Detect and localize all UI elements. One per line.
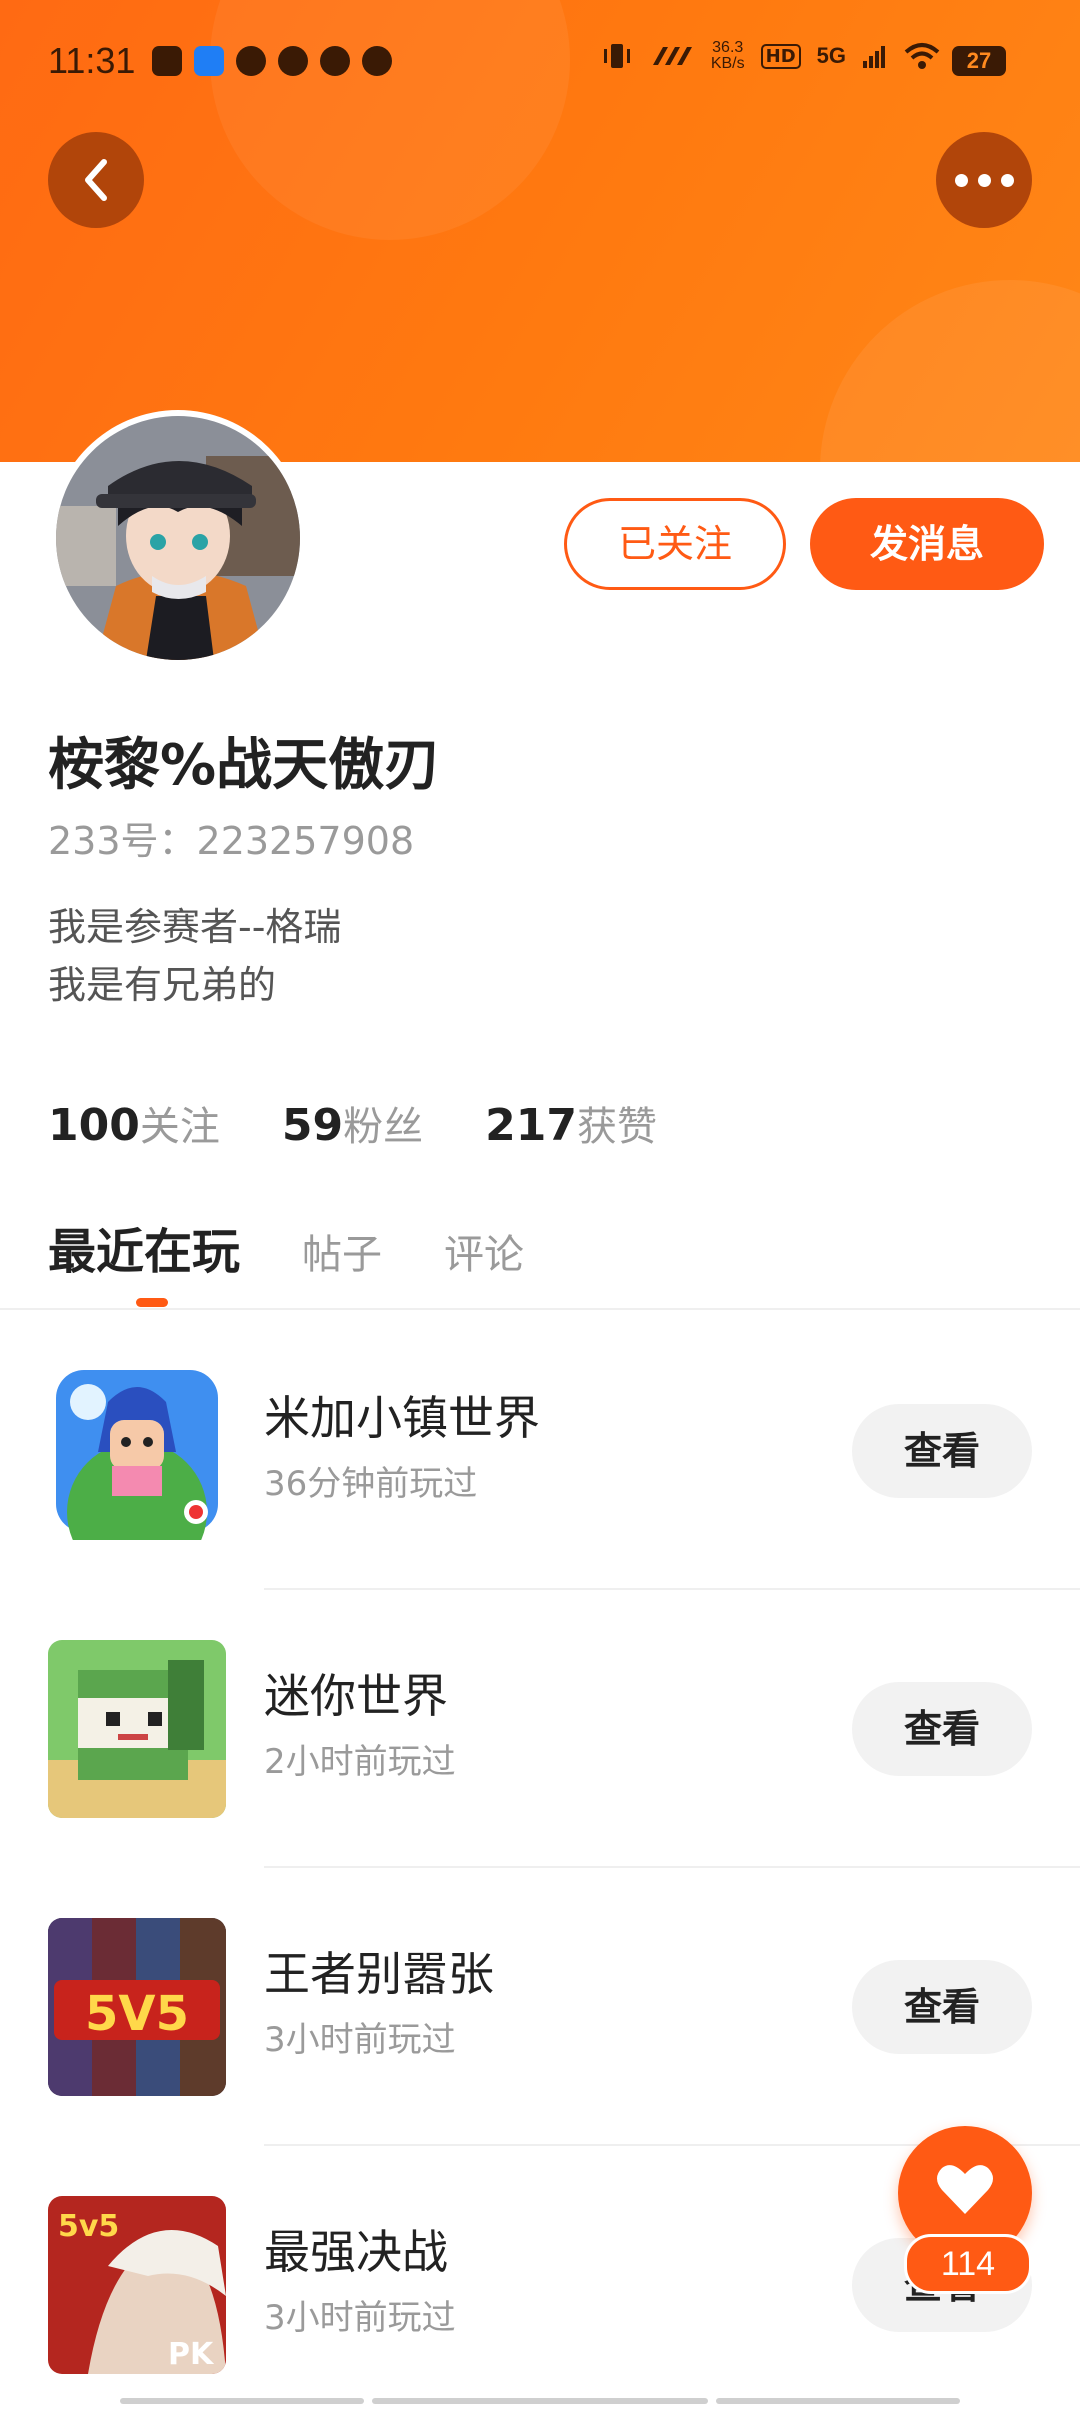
battery-indicator: 27	[952, 46, 1006, 76]
stat-label: 关注	[139, 1104, 220, 1150]
game-last-played: 36分钟前玩过	[264, 1464, 478, 1504]
list-item[interactable]: 米加小镇世界 36分钟前玩过 查看	[0, 1312, 1080, 1590]
network-speed: 36.3 KB/s	[710, 39, 745, 72]
status-bar: 11:31 36.3 KB/s HD 5G 27	[0, 0, 1080, 128]
game-last-played: 3小时前玩过	[264, 2020, 456, 2060]
view-game-button[interactable]: 查看	[852, 1404, 1032, 1498]
followed-button[interactable]: 已关注	[564, 498, 786, 590]
stat-value: 217	[485, 1100, 577, 1151]
game-name: 米加小镇世界	[264, 1391, 540, 1445]
profile-bio: 我是参赛者--格瑞 我是有兄弟的	[48, 898, 341, 1014]
more-icon-dot	[1000, 173, 1014, 187]
stat-value: 100	[48, 1100, 140, 1151]
svg-text:PK: PK	[168, 2337, 215, 2372]
heart-icon	[937, 2165, 993, 2214]
profile-id[interactable]: 233号：223257908	[48, 810, 414, 865]
game-name: 最强决战	[264, 2225, 448, 2279]
signal-5g: 5G	[816, 43, 846, 68]
app-notification-icon	[194, 46, 224, 76]
app-notification-icon	[320, 46, 350, 76]
carrier-logo-icon	[652, 47, 692, 65]
stat-likes[interactable]: 217获赞	[485, 1094, 657, 1152]
profile-name: 桉黎%战天傲刃	[48, 733, 441, 798]
tab-active-indicator	[136, 1298, 168, 1307]
profile-tabs: 最近在玩 帖子 评论	[48, 1212, 586, 1282]
stat-followers[interactable]: 59粉丝	[282, 1094, 423, 1152]
view-game-button[interactable]: 查看	[852, 1682, 1032, 1776]
stat-label: 获赞	[576, 1104, 657, 1150]
stat-following[interactable]: 100关注	[48, 1094, 220, 1152]
tab-comments[interactable]: 评论	[444, 1222, 524, 1280]
chevron-left-icon	[85, 159, 107, 201]
game-name: 王者别嚣张	[264, 1947, 494, 2001]
more-icon-dot	[977, 173, 991, 187]
profile-stats: 100关注 59粉丝 217获赞	[48, 1094, 657, 1152]
bio-line: 我是有兄弟的	[48, 963, 277, 1007]
game-icon: 5v5 PK	[48, 2196, 226, 2374]
svg-text:5v5: 5v5	[58, 2209, 119, 2244]
back-button[interactable]	[48, 132, 144, 228]
more-options-button[interactable]	[936, 132, 1032, 228]
divider	[0, 1308, 1080, 1310]
app-notification-icon	[278, 46, 308, 76]
nav-gesture-handle[interactable]	[716, 2398, 960, 2404]
avatar[interactable]	[52, 412, 304, 664]
send-message-button[interactable]: 发消息	[810, 498, 1044, 590]
list-item[interactable]: 5V5 王者别嚣张 3小时前玩过 查看	[0, 1868, 1080, 2146]
bio-line: 我是参赛者--格瑞	[48, 905, 342, 949]
tab-posts[interactable]: 帖子	[302, 1222, 382, 1280]
game-last-played: 2小时前玩过	[264, 1742, 456, 1782]
nav-gesture-handle[interactable]	[372, 2398, 708, 2404]
vibrate-icon	[603, 44, 630, 68]
play-icon	[236, 46, 266, 76]
game-name: 迷你世界	[264, 1669, 448, 1723]
game-icon: 5V5	[48, 1918, 226, 2096]
notification-icons	[152, 46, 392, 76]
wifi-icon	[904, 43, 940, 69]
signal-bars-icon	[863, 46, 885, 68]
tab-recently-played[interactable]: 最近在玩	[48, 1212, 240, 1282]
hd-badge: HD	[760, 43, 801, 69]
more-icon	[954, 173, 968, 187]
app-notification-icon	[152, 46, 182, 76]
stat-label: 粉丝	[343, 1104, 424, 1150]
game-icon	[48, 1362, 226, 1540]
game-icon	[48, 1640, 226, 1818]
view-game-button[interactable]: 查看	[852, 1960, 1032, 2054]
status-time: 11:31	[48, 40, 136, 81]
like-count-badge: 114	[904, 2234, 1032, 2294]
stat-value: 59	[281, 1100, 344, 1151]
svg-text:5V5: 5V5	[85, 1986, 189, 2042]
list-item[interactable]: 迷你世界 2小时前玩过 查看	[0, 1590, 1080, 1868]
nav-gesture-handle[interactable]	[120, 2398, 364, 2404]
game-last-played: 3小时前玩过	[264, 2298, 456, 2338]
app-notification-icon	[362, 46, 392, 76]
avatar-image	[56, 416, 300, 660]
